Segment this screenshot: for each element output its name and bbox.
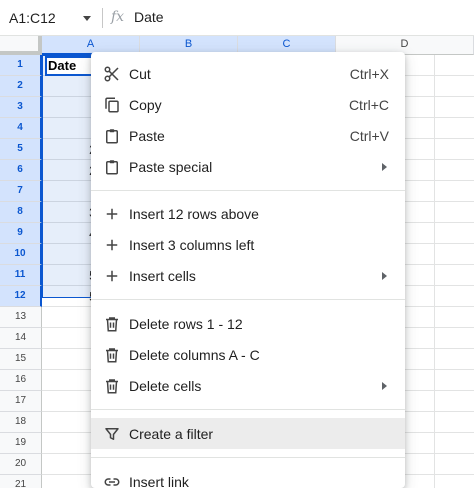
row-header[interactable]: 19 — [0, 433, 42, 454]
row-header[interactable]: 3 — [0, 97, 42, 118]
row-header[interactable]: 1 — [0, 55, 42, 76]
submenu-arrow-icon — [382, 163, 387, 171]
menu-item-insert-rows[interactable]: Insert 12 rows above — [91, 198, 405, 229]
menu-item-label: Paste special — [129, 158, 213, 175]
clipboard-icon — [103, 158, 121, 176]
menu-item-label: Insert 3 columns left — [129, 236, 255, 253]
scissors-icon — [103, 65, 121, 83]
row-header[interactable]: 10 — [0, 244, 42, 265]
row-header[interactable]: 9 — [0, 223, 42, 244]
menu-separator — [91, 190, 405, 191]
submenu-arrow-icon — [382, 382, 387, 390]
chevron-down-icon[interactable] — [83, 15, 91, 21]
plus-icon — [103, 205, 121, 223]
clipboard-icon — [103, 127, 121, 145]
shortcut-label: Ctrl+V — [349, 127, 389, 144]
row-header[interactable]: 20 — [0, 454, 42, 475]
name-box[interactable]: A1:C12 — [0, 0, 100, 36]
menu-separator — [91, 457, 405, 458]
shortcut-label: Ctrl+X — [349, 65, 389, 82]
copy-icon — [103, 96, 121, 114]
menu-item-insert-cells[interactable]: Insert cells — [91, 260, 405, 291]
fx-icon: fx — [111, 9, 125, 25]
context-menu: Cut Ctrl+X Copy Ctrl+C Paste Ctrl+V Past… — [91, 52, 405, 488]
menu-separator — [91, 409, 405, 410]
row-header[interactable]: 6 — [0, 160, 42, 181]
menu-item-label: Create a filter — [129, 425, 214, 442]
plus-icon — [103, 236, 121, 254]
trash-icon — [103, 315, 121, 333]
menu-item-label: Delete columns A - C — [129, 346, 260, 363]
menu-item-cut[interactable]: Cut Ctrl+X — [91, 58, 405, 89]
grid-line — [434, 55, 435, 488]
menu-item-label: Insert link — [129, 473, 189, 488]
row-header[interactable]: 8 — [0, 202, 42, 223]
menu-item-delete-columns[interactable]: Delete columns A - C — [91, 339, 405, 370]
menu-item-paste-special[interactable]: Paste special — [91, 151, 405, 182]
menu-item-label: Insert 12 rows above — [129, 205, 259, 222]
filter-icon — [103, 425, 121, 443]
select-all-corner[interactable] — [0, 36, 42, 55]
menu-item-insert-columns[interactable]: Insert 3 columns left — [91, 229, 405, 260]
link-icon — [103, 473, 121, 488]
row-header[interactable]: 11 — [0, 265, 42, 286]
plus-icon — [103, 267, 121, 285]
menu-item-label: Insert cells — [129, 267, 196, 284]
trash-icon — [103, 377, 121, 395]
menu-item-copy[interactable]: Copy Ctrl+C — [91, 89, 405, 120]
menu-separator — [91, 299, 405, 300]
menu-item-paste[interactable]: Paste Ctrl+V — [91, 120, 405, 151]
row-header[interactable]: 4 — [0, 118, 42, 139]
row-header[interactable]: 15 — [0, 349, 42, 370]
menu-item-label: Delete rows 1 - 12 — [129, 315, 243, 332]
formula-bar: A1:C12 fx Date — [0, 0, 474, 36]
menu-item-label: Delete cells — [129, 377, 202, 394]
menu-item-create-filter[interactable]: Create a filter — [91, 418, 405, 449]
row-header[interactable]: 14 — [0, 328, 42, 349]
row-header[interactable]: 16 — [0, 370, 42, 391]
row-header[interactable]: 2 — [0, 76, 42, 97]
row-header[interactable]: 21 — [0, 475, 42, 488]
row-header[interactable]: 7 — [0, 181, 42, 202]
formula-bar-divider — [102, 8, 103, 28]
row-header[interactable]: 5 — [0, 139, 42, 160]
menu-item-delete-rows[interactable]: Delete rows 1 - 12 — [91, 308, 405, 339]
submenu-arrow-icon — [382, 272, 387, 280]
menu-item-insert-link[interactable]: Insert link — [91, 466, 405, 488]
shortcut-label: Ctrl+C — [348, 96, 389, 113]
menu-item-delete-cells[interactable]: Delete cells — [91, 370, 405, 401]
row-header[interactable]: 12 — [0, 286, 42, 307]
trash-icon — [103, 346, 121, 364]
row-header[interactable]: 17 — [0, 391, 42, 412]
name-box-value: A1:C12 — [9, 10, 56, 26]
formula-input[interactable]: Date — [134, 9, 164, 25]
row-header[interactable]: 13 — [0, 307, 42, 328]
row-header[interactable]: 18 — [0, 412, 42, 433]
